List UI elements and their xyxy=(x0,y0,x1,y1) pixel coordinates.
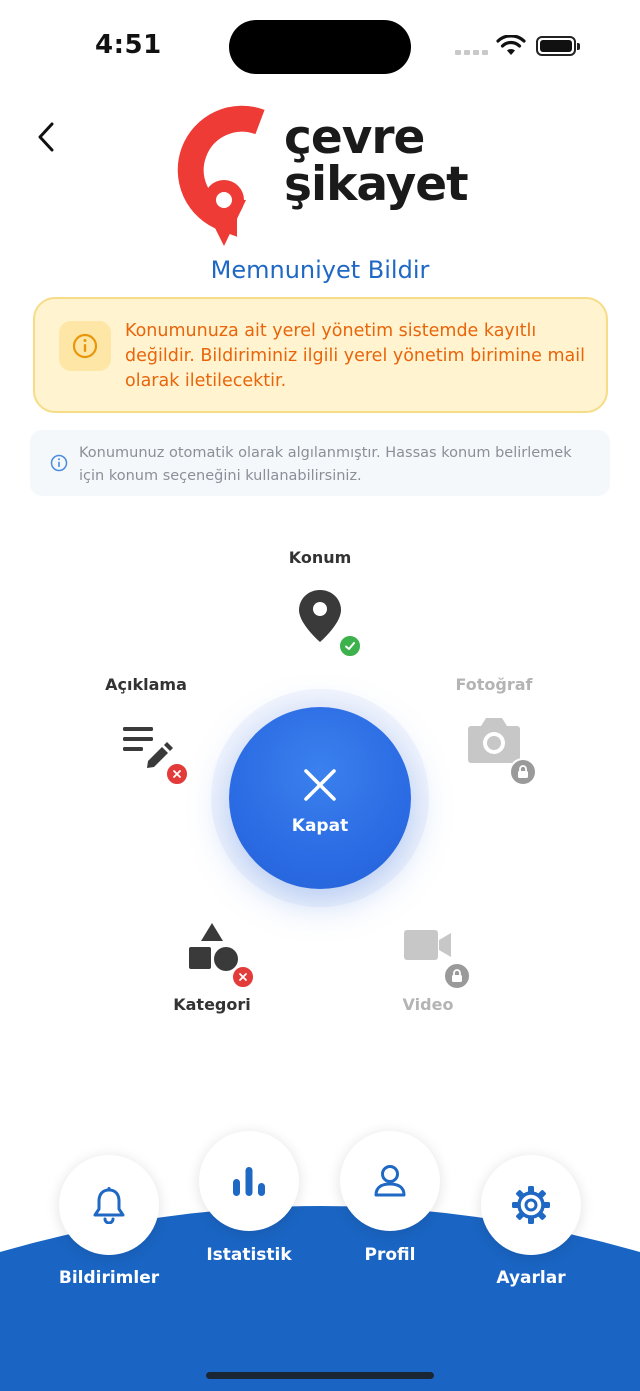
option-location[interactable] xyxy=(296,588,362,658)
option-photo[interactable] xyxy=(467,716,541,788)
lock-badge-icon xyxy=(509,758,537,786)
camera-icon xyxy=(468,718,520,763)
nav-statistics-label[interactable]: Istatistik xyxy=(179,1245,319,1265)
nav-settings-button[interactable] xyxy=(481,1155,581,1255)
option-video[interactable] xyxy=(403,928,475,992)
warning-icon-container xyxy=(59,321,111,371)
lock-badge-icon xyxy=(443,962,471,990)
video-camera-icon xyxy=(404,930,451,960)
status-time: 4:51 xyxy=(95,30,162,60)
info-icon xyxy=(50,454,68,472)
option-category[interactable] xyxy=(188,922,258,990)
battery-icon xyxy=(536,36,580,56)
close-button-label: Kapat xyxy=(291,816,349,836)
cellular-signal-icon xyxy=(455,50,488,55)
gear-icon xyxy=(512,1186,550,1224)
option-location-label: Konum xyxy=(288,548,352,567)
home-indicator[interactable] xyxy=(206,1372,434,1379)
option-category-label: Kategori xyxy=(173,995,251,1014)
bell-icon xyxy=(93,1187,125,1224)
shapes-icon xyxy=(189,923,238,971)
option-description[interactable] xyxy=(122,724,192,786)
bar-chart-icon xyxy=(233,1167,265,1196)
user-icon xyxy=(374,1165,406,1197)
option-description-label: Açıklama xyxy=(105,675,187,694)
warning-text: Konumunuza ait yerel yönetim sistemde ka… xyxy=(125,321,585,391)
error-badge-icon xyxy=(165,762,189,786)
dynamic-island xyxy=(229,20,411,74)
info-text: Konumunuz otomatik olarak algılanmıştır.… xyxy=(79,445,572,484)
logo-text-line1: çevre xyxy=(284,110,425,165)
option-photo-label: Fotoğraf xyxy=(455,675,533,694)
edit-note-icon xyxy=(123,727,173,768)
option-video-label: Video xyxy=(402,995,454,1014)
nav-notifications-label[interactable]: Bildirimler xyxy=(39,1268,179,1288)
page-title: Memnuniyet Bildir xyxy=(210,256,430,284)
logo-text-line2: şikayet xyxy=(284,157,469,212)
error-badge-icon xyxy=(231,965,255,989)
nav-settings-label[interactable]: Ayarlar xyxy=(461,1268,601,1288)
close-icon xyxy=(304,769,336,801)
location-pin-icon xyxy=(299,590,341,642)
nav-profile-button[interactable] xyxy=(340,1131,440,1231)
info-circle-icon xyxy=(72,333,98,359)
check-badge-icon xyxy=(338,634,362,658)
nav-statistics-button[interactable] xyxy=(199,1131,299,1231)
nav-profile-label[interactable]: Profil xyxy=(320,1245,460,1265)
close-button[interactable]: Kapat xyxy=(229,707,411,889)
app-logo: çevre şikayet xyxy=(172,100,472,250)
logo-pin-icon xyxy=(177,105,265,246)
back-chevron-icon[interactable] xyxy=(32,120,62,154)
wifi-icon xyxy=(496,35,526,55)
info-banner: Konumunuz otomatik olarak algılanmıştır.… xyxy=(30,430,610,496)
warning-banner: Konumunuza ait yerel yönetim sistemde ka… xyxy=(33,297,608,413)
nav-notifications-button[interactable] xyxy=(59,1155,159,1255)
